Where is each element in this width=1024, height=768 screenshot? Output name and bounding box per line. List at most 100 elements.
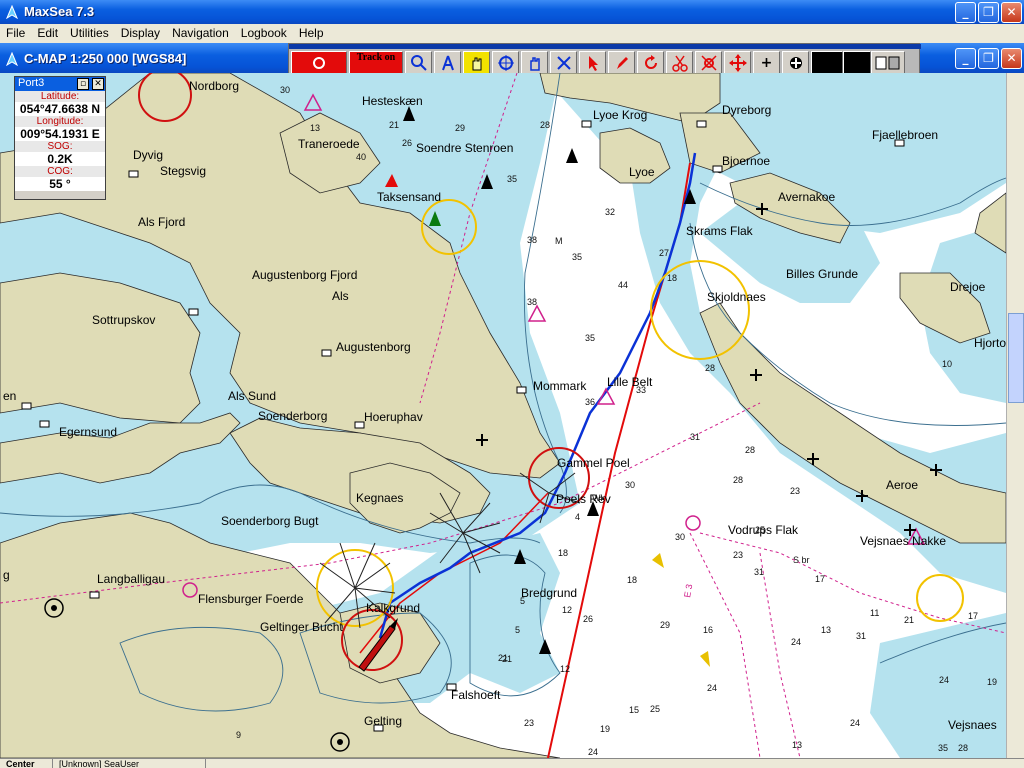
depth-sounding: 28 (745, 445, 755, 455)
depth-sounding: 24 (707, 683, 717, 693)
label-augustenborg: Augustenborg (336, 340, 411, 354)
menu-help[interactable]: Help (293, 24, 330, 43)
depth-sounding: 31 (754, 567, 764, 577)
label-soenderbugt: Soenderborg Bugt (221, 514, 319, 528)
label-lilleblt: Lille Belt (607, 375, 653, 389)
depth-sounding: 35 (507, 174, 517, 184)
chart-close-button[interactable]: ✕ (1001, 48, 1022, 69)
depth-sounding: 23 (790, 486, 800, 496)
pencil-icon[interactable] (608, 51, 635, 75)
label-hestesk: Hesteskæn (362, 94, 423, 108)
depth-sounding: 15 (629, 705, 639, 715)
track-on-button[interactable]: Track on (349, 51, 403, 75)
depth-sounding: 44 (618, 280, 628, 290)
depth-sounding: 17 (968, 611, 978, 621)
chart-window-icon (6, 52, 18, 66)
depth-sounding: 28 (705, 363, 715, 373)
port-panel-close-button[interactable]: ✕ (92, 78, 104, 90)
menu-edit[interactable]: Edit (31, 24, 64, 43)
depth-sounding: 35 (585, 333, 595, 343)
depth-sounding: 26 (402, 138, 412, 148)
cog-label: COG: (15, 166, 105, 177)
depth-sounding: 25 (755, 525, 765, 535)
chart-vertical-scrollbar[interactable] (1006, 73, 1024, 758)
color-panel-button[interactable] (843, 51, 871, 75)
label-nordborg: Nordborg (189, 79, 239, 93)
compass-icon[interactable] (434, 51, 461, 75)
port-panel-title-bar[interactable]: Port3 ▫ ✕ (15, 77, 105, 91)
depth-sounding: 36 (585, 397, 595, 407)
zoom-icon[interactable] (405, 51, 432, 75)
label-bjoernoe: Bjoernoe (722, 154, 770, 168)
target-icon[interactable] (782, 51, 809, 75)
label-billes: Billes Grunde (786, 267, 858, 281)
layout-toggle-icon[interactable] (871, 51, 905, 75)
depth-sounding: 30 (280, 85, 290, 95)
depth-sounding: 13 (821, 625, 831, 635)
depth-sounding: 21 (498, 653, 508, 663)
black-panel-button[interactable] (811, 51, 843, 75)
label-vejsnakke: Vejsnaes Nakke (860, 534, 946, 548)
depth-sounding: 13 (792, 740, 802, 750)
waypoint-x-icon[interactable] (550, 51, 577, 75)
depth-sounding: 17 (815, 574, 825, 584)
stop-record-button[interactable] (291, 51, 347, 75)
label-kegnaes: Kegnaes (356, 491, 403, 505)
depth-sounding: 31 (690, 432, 700, 442)
depth-sounding: 21 (904, 615, 914, 625)
sounding-sbr: S br (793, 555, 810, 565)
chart-toolbar: Track on + (288, 43, 921, 76)
menu-file[interactable]: File (0, 24, 31, 43)
close-button[interactable]: ✕ (1001, 2, 1022, 23)
menu-navigation[interactable]: Navigation (166, 24, 235, 43)
route-edit-icon[interactable] (695, 51, 722, 75)
maximize-button[interactable]: ❐ (978, 2, 999, 23)
label-dyreborg: Dyreborg (722, 103, 771, 117)
depth-sounding: 5 (520, 596, 525, 606)
depth-sounding: 10 (942, 359, 952, 369)
chart-minimize-button[interactable]: _ (955, 48, 976, 69)
depth-sounding: 23 (733, 550, 743, 560)
plus-icon[interactable]: + (753, 51, 780, 75)
hand-move-icon[interactable] (521, 51, 548, 75)
depth-sounding: 12 (560, 664, 570, 674)
depth-sounding: 29 (455, 123, 465, 133)
menu-logbook[interactable]: Logbook (235, 24, 293, 43)
chart-window-title: C-MAP 1:250 000 [WGS84] (24, 51, 187, 66)
center-toggle[interactable]: Center Off (3, 759, 53, 768)
port-info-panel: Port3 ▫ ✕ Latitude: 054°47.6638 N Longit… (14, 76, 106, 200)
rotate-icon[interactable] (637, 51, 664, 75)
menu-display[interactable]: Display (115, 24, 166, 43)
depth-sounding: 4 (575, 512, 580, 522)
longitude-value: 009°54.1931 E (15, 127, 105, 141)
scrollbar-thumb[interactable] (1008, 313, 1024, 403)
crosshair-icon[interactable] (492, 51, 519, 75)
depth-sounding: 24 (791, 637, 801, 647)
depth-sounding: 13 (310, 123, 320, 133)
label-stegsvig: Stegsvig (160, 164, 206, 178)
scissors-icon[interactable] (666, 51, 693, 75)
menu-utilities[interactable]: Utilities (64, 24, 115, 43)
label-dyvig: Dyvig (133, 148, 163, 162)
sounding-m: M (555, 236, 563, 246)
chart-maximize-button[interactable]: ❐ (978, 48, 999, 69)
hand-pan-icon[interactable] (463, 51, 490, 75)
minimize-button[interactable]: _ (955, 2, 976, 23)
port-panel-minimize-button[interactable]: ▫ (77, 78, 89, 90)
label-flensburg: Flensburger Foerde (198, 592, 304, 606)
depth-sounding: 31 (856, 631, 866, 641)
pointer-arrow-icon[interactable] (579, 51, 606, 75)
label-vejsnaes: Vejsnaes (948, 718, 997, 732)
app-icon (6, 5, 18, 19)
toolbar-grip[interactable] (289, 44, 921, 49)
label-hjortoe: Hjorto (974, 336, 1006, 350)
record-icon (313, 57, 325, 69)
depth-sounding: 33 (636, 385, 646, 395)
sog-label: SOG: (15, 141, 105, 152)
label-fjaellebroen: Fjaellebroen (872, 128, 938, 142)
depth-sounding: 28 (958, 743, 968, 753)
depth-sounding: 18 (558, 548, 568, 558)
move-arrows-icon[interactable] (724, 51, 751, 75)
label-bredgrund: Bredgrund (521, 586, 577, 600)
nautical-chart[interactable]: Nordborg Hesteskæn Traneroede Soendre St… (0, 73, 1006, 758)
